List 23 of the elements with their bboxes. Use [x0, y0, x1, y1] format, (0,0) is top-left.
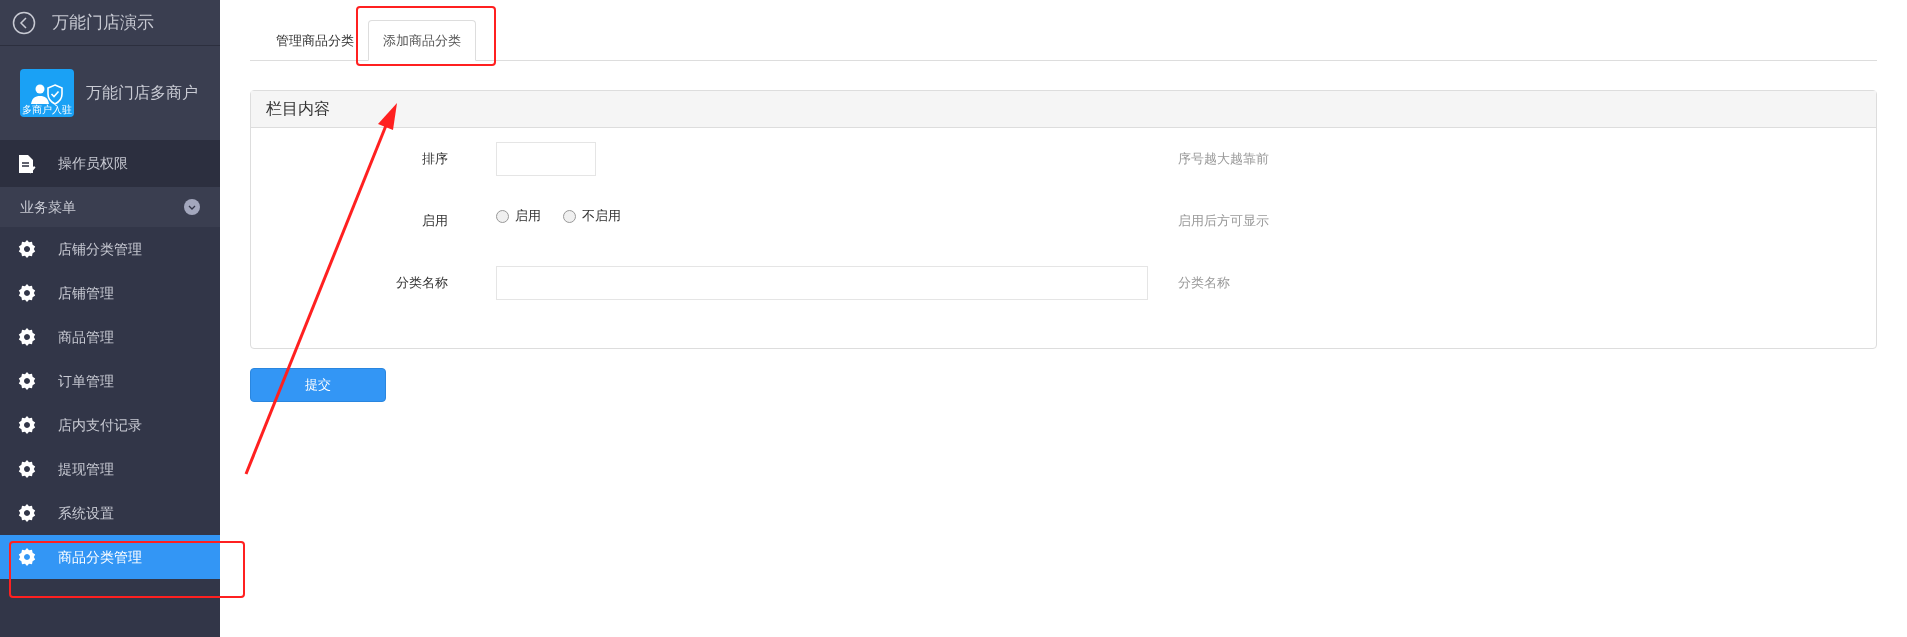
logo-caption: 多商户入驻: [22, 105, 72, 115]
menu-section-header[interactable]: 业务菜单: [0, 187, 220, 227]
field-hint: 分类名称: [1177, 274, 1230, 293]
brand-name: 万能门店多商户: [86, 83, 198, 103]
sidebar-item[interactable]: 提现管理: [0, 447, 220, 491]
tab[interactable]: 管理商品分类: [262, 20, 368, 61]
field-label: 排序: [421, 150, 448, 169]
field-hint: 序号越大越靠前: [1177, 150, 1269, 169]
sidebar-item[interactable]: 订单管理: [0, 359, 220, 403]
field-label: 分类名称: [395, 274, 448, 293]
panel-title: 栏目内容: [266, 99, 330, 119]
sidebar-item[interactable]: 店内支付记录: [0, 403, 220, 447]
radio-label: 启用: [515, 207, 541, 226]
sidebar-item[interactable]: 店铺分类管理: [0, 227, 220, 271]
sidebar-item[interactable]: 系统设置: [0, 491, 220, 535]
field-label: 启用: [421, 212, 448, 231]
sidebar-item[interactable]: 店铺管理: [0, 271, 220, 315]
sidebar-item[interactable]: 操作员权限: [0, 140, 220, 187]
tab[interactable]: 添加商品分类: [368, 20, 476, 61]
sidebar-item[interactable]: 商品管理: [0, 315, 220, 359]
field-hint: 启用后方可显示: [1177, 212, 1269, 231]
app-title: 万能门店演示: [52, 11, 154, 34]
radio-label: 不启用: [582, 207, 621, 226]
